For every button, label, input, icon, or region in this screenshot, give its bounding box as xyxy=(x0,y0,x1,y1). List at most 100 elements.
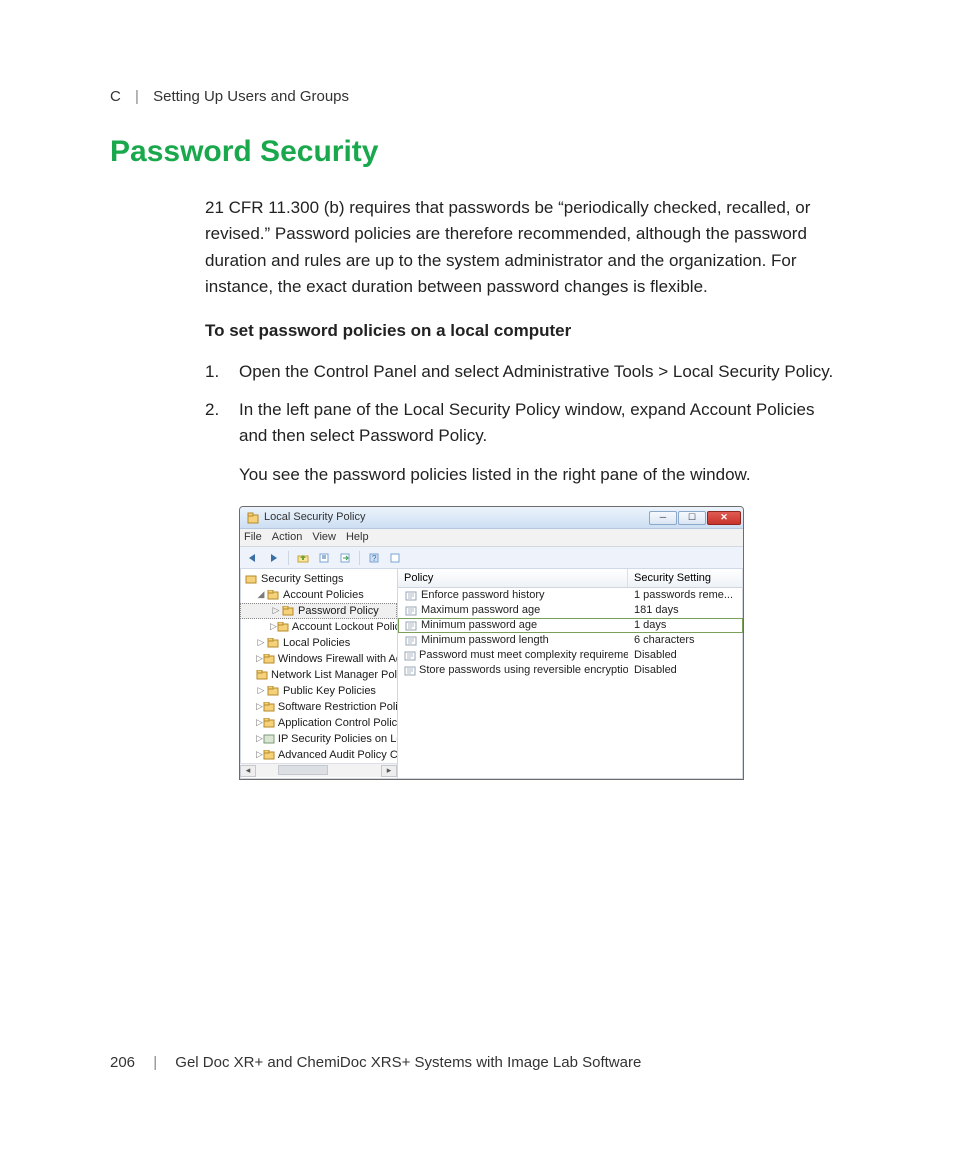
window-title-text: Local Security Policy xyxy=(264,509,649,526)
footer-separator: | xyxy=(153,1054,157,1071)
tree-item[interactable]: ▷ Local Policies xyxy=(240,635,397,651)
scroll-left-button[interactable]: ◂ xyxy=(240,765,256,777)
expander-icon[interactable]: ▷ xyxy=(256,748,263,762)
breadcrumb: C | Setting Up Users and Groups xyxy=(110,88,844,105)
expander-icon[interactable]: ▷ xyxy=(270,620,277,634)
scroll-thumb[interactable] xyxy=(278,765,328,775)
export-icon[interactable] xyxy=(336,550,354,566)
policy-item-icon xyxy=(404,590,418,602)
help-icon[interactable]: ? xyxy=(365,550,383,566)
menu-bar: File Action View Help xyxy=(240,529,743,547)
list-header[interactable]: Policy Security Setting xyxy=(398,569,743,588)
tree-item-label: Application Control Policies xyxy=(278,715,397,731)
folder-icon xyxy=(256,669,268,681)
tree-item[interactable]: ▷Windows Firewall with Advanc xyxy=(240,651,397,667)
expander-icon[interactable]: ▷ xyxy=(256,652,263,666)
expander-icon[interactable]: ▷ xyxy=(256,716,263,730)
tree-item[interactable]: ▷ Software Restriction Policies xyxy=(240,699,397,715)
procedure-subhead: To set password policies on a local comp… xyxy=(205,318,844,344)
tree-item[interactable]: ▷ Password Policy xyxy=(240,603,397,619)
setting-cell: Disabled xyxy=(628,648,743,663)
tree-item-label: Password Policy xyxy=(298,603,379,619)
refresh-icon[interactable] xyxy=(386,550,404,566)
svg-text:?: ? xyxy=(372,554,377,563)
step-item: 1. Open the Control Panel and select Adm… xyxy=(205,359,844,385)
tree-item[interactable]: ▷ Application Control Policies xyxy=(240,715,397,731)
footer-text: Gel Doc XR+ and ChemiDoc XRS+ Systems wi… xyxy=(175,1054,641,1071)
step-number: 1. xyxy=(205,359,219,385)
tree-item[interactable]: ◢Account Policies xyxy=(240,587,397,603)
column-header-setting[interactable]: Security Setting xyxy=(628,569,743,587)
list-row[interactable]: Store passwords using reversible encrypt… xyxy=(398,663,743,678)
folder-icon xyxy=(263,749,275,761)
tree-root[interactable]: Security Settings xyxy=(240,571,397,587)
policy-item-icon xyxy=(404,605,418,617)
policy-icon xyxy=(263,733,275,745)
step-text: Open the Control Panel and select Admini… xyxy=(239,362,833,381)
maximize-button[interactable]: ☐ xyxy=(678,511,706,525)
tree-pane[interactable]: Security Settings ◢Account Policies▷Pass… xyxy=(240,569,398,779)
menu-item-view[interactable]: View xyxy=(312,529,336,546)
intro-paragraph: 21 CFR 11.300 (b) requires that password… xyxy=(205,195,844,300)
folder-icon xyxy=(263,717,275,729)
step-text: In the left pane of the Local Security P… xyxy=(239,400,815,445)
scroll-right-button[interactable]: ▸ xyxy=(381,765,397,777)
folder-icon xyxy=(263,653,275,665)
tree-item-label: IP Security Policies on Local C xyxy=(278,731,397,747)
policy-name: Minimum password length xyxy=(421,633,549,648)
after-steps-paragraph: You see the password policies listed in … xyxy=(239,462,844,488)
menu-item-help[interactable]: Help xyxy=(346,529,369,546)
policy-name: Maximum password age xyxy=(421,603,540,618)
close-button[interactable]: ✕ xyxy=(707,511,741,525)
policy-name: Minimum password age xyxy=(421,618,537,633)
list-row[interactable]: Maximum password age 181 days xyxy=(398,603,743,618)
policy-cell: Minimum password age xyxy=(398,618,628,633)
properties-icon[interactable] xyxy=(315,550,333,566)
list-row[interactable]: Password must meet complexity requiremen… xyxy=(398,648,743,663)
list-pane[interactable]: Policy Security Setting Enforce password… xyxy=(398,569,743,779)
security-settings-icon xyxy=(244,573,258,585)
expander-icon[interactable]: ◢ xyxy=(256,588,266,602)
list-row[interactable]: Minimum password length 6 characters xyxy=(398,633,743,648)
setting-cell: 6 characters xyxy=(628,633,743,648)
app-icon xyxy=(246,511,260,525)
menu-item-file[interactable]: File xyxy=(244,529,262,546)
policy-cell: Store passwords using reversible encrypt… xyxy=(398,663,628,678)
tree-item-label: Local Policies xyxy=(283,635,350,651)
tree-item[interactable]: ▷Public Key Policies xyxy=(240,683,397,699)
forward-button[interactable] xyxy=(265,550,283,566)
list-row[interactable]: Minimum password age1 days xyxy=(398,618,743,633)
tree-item-label: Advanced Audit Policy Config xyxy=(278,747,397,763)
tree-item[interactable]: ▷ Advanced Audit Policy Config xyxy=(240,747,397,763)
horizontal-scrollbar[interactable]: ◂ ▸ xyxy=(240,763,397,777)
toolbar: ? xyxy=(240,547,743,569)
list-row[interactable]: Enforce password history1 passwords reme… xyxy=(398,588,743,603)
policy-item-icon xyxy=(404,665,416,677)
column-header-policy[interactable]: Policy xyxy=(398,569,628,587)
tree-item-label: Software Restriction Policies xyxy=(278,699,397,715)
window-titlebar[interactable]: Local Security Policy ─ ☐ ✕ xyxy=(240,507,743,529)
tree-item[interactable]: Network List Manager Policies xyxy=(240,667,397,683)
policy-name: Enforce password history xyxy=(421,588,545,603)
scroll-track[interactable] xyxy=(256,765,381,777)
setting-cell: 181 days xyxy=(628,603,743,618)
tree-item[interactable]: ▷ IP Security Policies on Local C xyxy=(240,731,397,747)
policy-name: Store passwords using reversible encrypt… xyxy=(419,663,628,678)
step-number: 2. xyxy=(205,397,219,423)
breadcrumb-separator: | xyxy=(135,88,139,105)
policy-item-icon xyxy=(404,650,416,662)
expander-icon[interactable]: ▷ xyxy=(271,604,281,618)
policy-item-icon xyxy=(404,620,418,632)
up-folder-button[interactable] xyxy=(294,550,312,566)
expander-icon[interactable]: ▷ xyxy=(256,732,263,746)
tree-item[interactable]: ▷Account Lockout Policy xyxy=(240,619,397,635)
menu-item-action[interactable]: Action xyxy=(272,529,303,546)
back-button[interactable] xyxy=(244,550,262,566)
policy-cell: Minimum password length xyxy=(398,633,628,648)
tree-root-label: Security Settings xyxy=(261,571,344,587)
minimize-button[interactable]: ─ xyxy=(649,511,677,525)
breadcrumb-title: Setting Up Users and Groups xyxy=(153,88,349,105)
expander-icon[interactable]: ▷ xyxy=(256,636,266,650)
expander-icon[interactable]: ▷ xyxy=(256,700,263,714)
expander-icon[interactable]: ▷ xyxy=(256,684,266,698)
